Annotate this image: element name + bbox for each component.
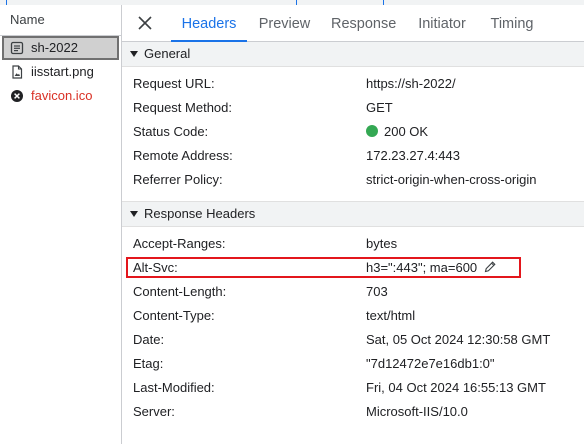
header-key: Referrer Policy: xyxy=(133,172,223,187)
file-icon xyxy=(12,65,23,79)
pencil-icon[interactable] xyxy=(483,260,497,274)
tab-response[interactable]: Response xyxy=(331,5,396,41)
header-key: Content-Type: xyxy=(133,308,215,323)
header-key: Alt-Svc: xyxy=(133,260,178,275)
header-value[interactable]: 703 xyxy=(366,280,388,304)
header-key: Request URL: xyxy=(133,76,215,91)
header-key: Server: xyxy=(133,404,175,419)
header-key: Last-Modified: xyxy=(133,380,215,395)
header-value[interactable]: GET xyxy=(366,96,393,120)
header-value[interactable]: Microsoft-IIS/10.0 xyxy=(366,400,468,424)
alt-svc-value[interactable]: h3=":443"; ma=600 xyxy=(366,256,497,280)
header-value[interactable]: Sat, 05 Oct 2024 12:30:58 GMT xyxy=(366,328,550,352)
section-divider xyxy=(122,192,584,202)
request-name: favicon.ico xyxy=(31,88,93,103)
header-key: Remote Address: xyxy=(133,148,233,163)
header-value[interactable]: Fri, 04 Oct 2024 16:55:13 GMT xyxy=(366,376,546,400)
header-row: Remote Address: 172.23.27.4:443 xyxy=(122,144,584,168)
header-row: Server: Microsoft-IIS/10.0 xyxy=(122,400,584,424)
header-value[interactable]: "7d12472e7e16db1:0" xyxy=(366,352,495,376)
header-key: Content-Length: xyxy=(133,284,227,299)
general-section: Request URL: https://sh-2022/ Request Me… xyxy=(122,67,584,192)
response-headers-section-header[interactable]: Response Headers xyxy=(122,202,584,227)
details-tabbar: Headers Preview Response Initiator Timin… xyxy=(122,5,584,42)
header-row: Request Method: GET xyxy=(122,96,584,120)
tab-headers[interactable]: Headers xyxy=(171,5,247,42)
header-row: Date: Sat, 05 Oct 2024 12:30:58 GMT xyxy=(122,328,584,352)
request-item-favicon[interactable]: favicon.ico xyxy=(0,84,121,108)
document-icon xyxy=(10,41,24,55)
collapse-triangle-icon xyxy=(130,211,138,217)
header-key: Accept-Ranges: xyxy=(133,236,226,251)
status-text: 200 OK xyxy=(384,124,429,139)
request-item-iisstart[interactable]: iisstart.png xyxy=(0,60,121,84)
header-row: Etag: "7d12472e7e16db1:0" xyxy=(122,352,584,376)
header-row: Request URL: https://sh-2022/ xyxy=(122,72,584,96)
error-icon xyxy=(11,90,23,102)
status-code-value[interactable]: 200 OK xyxy=(366,120,428,144)
header-value[interactable]: strict-origin-when-cross-origin xyxy=(366,168,537,192)
header-value: h3=":443"; ma=600 xyxy=(366,260,478,275)
request-item-sh-2022[interactable]: sh-2022 xyxy=(2,36,119,60)
tab-timing[interactable]: Timing xyxy=(489,5,535,41)
tab-initiator[interactable]: Initiator xyxy=(415,5,469,41)
header-value[interactable]: 172.23.27.4:443 xyxy=(366,144,460,168)
header-row: Accept-Ranges: bytes xyxy=(122,232,584,256)
response-headers-section: Accept-Ranges: bytes Alt-Svc: h3=":443";… xyxy=(122,227,584,424)
request-name: sh-2022 xyxy=(31,40,78,55)
header-value[interactable]: text/html xyxy=(366,304,415,328)
general-section-header[interactable]: General xyxy=(122,42,584,67)
header-value[interactable]: bytes xyxy=(366,232,397,256)
header-row-alt-svc: Alt-Svc: h3=":443"; ma=600 xyxy=(122,256,584,280)
request-name: iisstart.png xyxy=(31,64,94,79)
header-key: Date: xyxy=(133,332,165,347)
status-ok-icon xyxy=(366,125,378,137)
header-row: Content-Type: text/html xyxy=(122,304,584,328)
header-key: Etag: xyxy=(133,356,164,371)
tab-preview[interactable]: Preview xyxy=(258,5,311,41)
header-row: Content-Length: 703 xyxy=(122,280,584,304)
header-key: Status Code: xyxy=(133,124,209,139)
name-column-header[interactable]: Name xyxy=(0,5,121,36)
devtools-network-panel: Name sh-2022 iisstart.png favicon.ico He… xyxy=(0,0,584,444)
header-key: Request Method: xyxy=(133,100,233,115)
request-details: Headers Preview Response Initiator Timin… xyxy=(122,5,584,444)
header-value[interactable]: https://sh-2022/ xyxy=(366,72,456,96)
section-title: Response Headers xyxy=(144,206,256,221)
request-list: Name sh-2022 iisstart.png favicon.ico xyxy=(0,5,122,444)
collapse-triangle-icon xyxy=(130,51,138,57)
header-row: Referrer Policy: strict-origin-when-cros… xyxy=(122,168,584,192)
close-icon[interactable] xyxy=(136,14,154,32)
header-row: Last-Modified: Fri, 04 Oct 2024 16:55:13… xyxy=(122,376,584,400)
section-title: General xyxy=(144,46,191,61)
header-row: Status Code: 200 OK xyxy=(122,120,584,144)
